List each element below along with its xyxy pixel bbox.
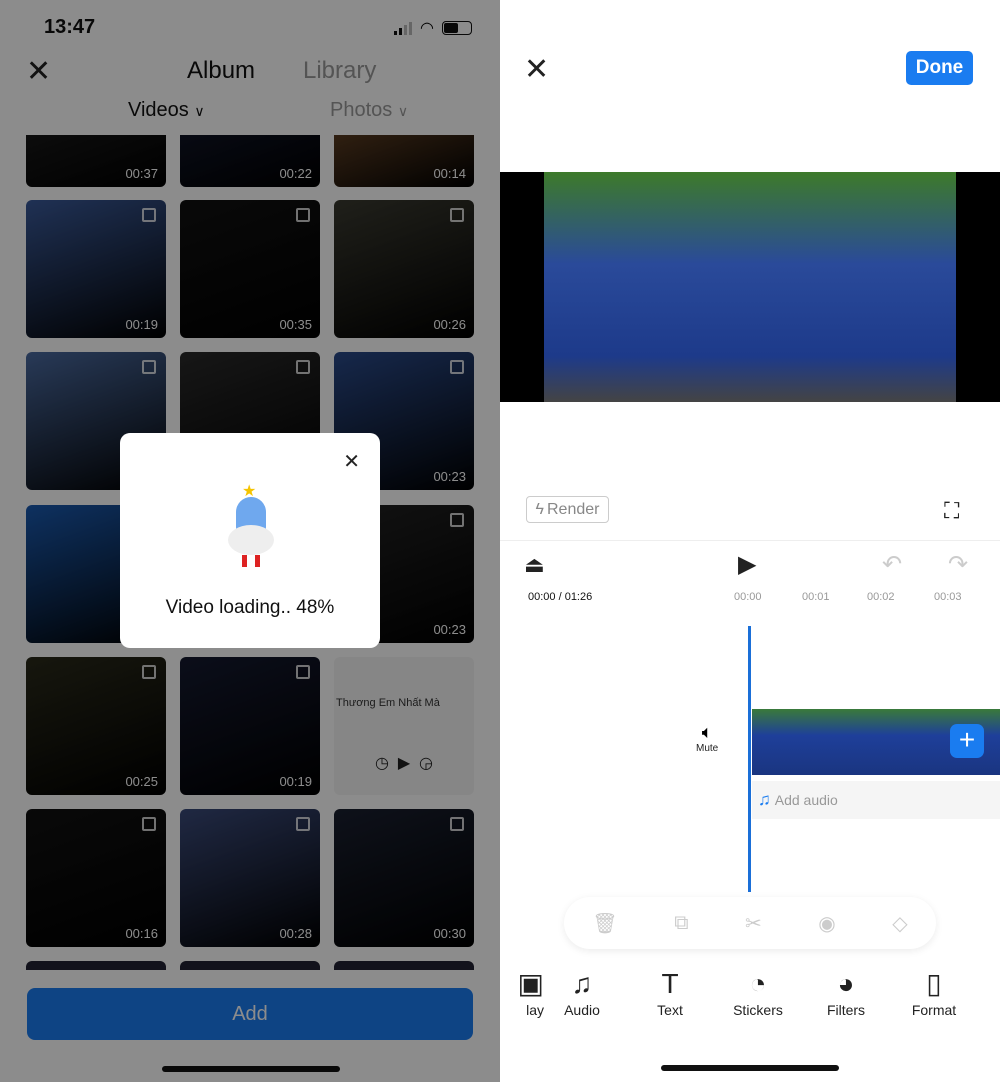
tool-label: Format xyxy=(911,1002,957,1018)
render-button[interactable]: ϟ Render xyxy=(526,496,609,523)
tool-lay[interactable]: ▣ lay xyxy=(500,966,544,1018)
tool-text[interactable]: T Text xyxy=(630,966,710,1018)
close-icon[interactable]: ✕ xyxy=(343,449,360,474)
music-note-icon: ♫ xyxy=(571,968,593,999)
tool-label: Audio xyxy=(564,1002,600,1018)
video-editor: ✕ Done ϟ Render ⛶ ⏏ ▶ ↶ ↷ 00:00 / 01:26 0… xyxy=(500,0,1000,1082)
sticker-icon: ◔ xyxy=(749,968,767,999)
eye-icon[interactable]: ◉ xyxy=(818,911,835,936)
tool-format[interactable]: ▯ Format xyxy=(894,966,974,1018)
add-audio-button[interactable]: ♫ Add audio xyxy=(752,781,1000,819)
loading-modal: ✕ ★ Video loading.. 48% xyxy=(120,433,380,648)
duplicate-icon[interactable]: ⧉ xyxy=(674,912,688,935)
mute-label: Mute xyxy=(696,743,719,754)
tool-label: Stickers xyxy=(733,1002,783,1018)
mascot-icon: ★ xyxy=(228,481,274,571)
divider xyxy=(500,540,1000,541)
playhead[interactable] xyxy=(748,626,751,892)
timeline-tick: 00:03 xyxy=(934,591,962,603)
palette-icon: ◕ xyxy=(837,968,855,999)
redo-icon[interactable]: ↷ xyxy=(948,550,968,579)
time-readout: 00:00 / 01:26 xyxy=(528,591,593,603)
text-icon: T xyxy=(661,968,679,999)
media-picker: 13:47 ◠ ✕ Album Library Videos ∨ Photos … xyxy=(0,0,500,1082)
tool-audio[interactable]: ♫ Audio xyxy=(542,966,622,1018)
close-icon[interactable]: ✕ xyxy=(524,52,549,87)
tool-label: lay xyxy=(526,1002,544,1018)
music-add-icon: ♫ xyxy=(758,790,771,809)
lightning-icon: ϟ xyxy=(535,500,544,518)
trash-icon[interactable]: 🗑︎ xyxy=(592,911,617,936)
home-indicator xyxy=(661,1065,839,1071)
scissors-icon[interactable]: ✂ xyxy=(745,911,762,936)
format-icon: ▯ xyxy=(926,968,942,999)
effect-icon[interactable]: ◇ xyxy=(892,911,907,936)
render-label: Render xyxy=(546,500,600,518)
eject-icon[interactable]: ⏏ xyxy=(524,552,545,578)
timeline-tick: 00:01 xyxy=(802,591,830,603)
tool-filters[interactable]: ◕ Filters xyxy=(806,966,886,1018)
overlay-icon: ▣ xyxy=(517,968,544,999)
speaker-icon: 🔈︎ xyxy=(701,722,713,742)
video-frame xyxy=(544,172,956,402)
add-clip-button[interactable]: + xyxy=(950,724,984,758)
fullscreen-icon[interactable]: ⛶ xyxy=(944,498,959,524)
tool-label: Text xyxy=(657,1002,683,1018)
mute-button[interactable]: 🔈︎ Mute xyxy=(696,722,718,754)
tool-label: Filters xyxy=(826,1002,866,1018)
tool-stickers[interactable]: ◔ Stickers xyxy=(718,966,798,1018)
undo-icon[interactable]: ↶ xyxy=(882,550,902,579)
done-button[interactable]: Done xyxy=(906,51,973,85)
video-preview[interactable] xyxy=(500,172,1000,402)
play-icon[interactable]: ▶ xyxy=(738,550,756,579)
loading-text: Video loading.. 48% xyxy=(165,597,335,618)
clip-actions-bar: 🗑︎ ⧉ ✂ ◉ ◇ xyxy=(564,897,936,949)
timeline-tick: 00:00 xyxy=(734,591,762,603)
timeline-tick: 00:02 xyxy=(867,591,895,603)
add-audio-label: Add audio xyxy=(774,792,838,808)
